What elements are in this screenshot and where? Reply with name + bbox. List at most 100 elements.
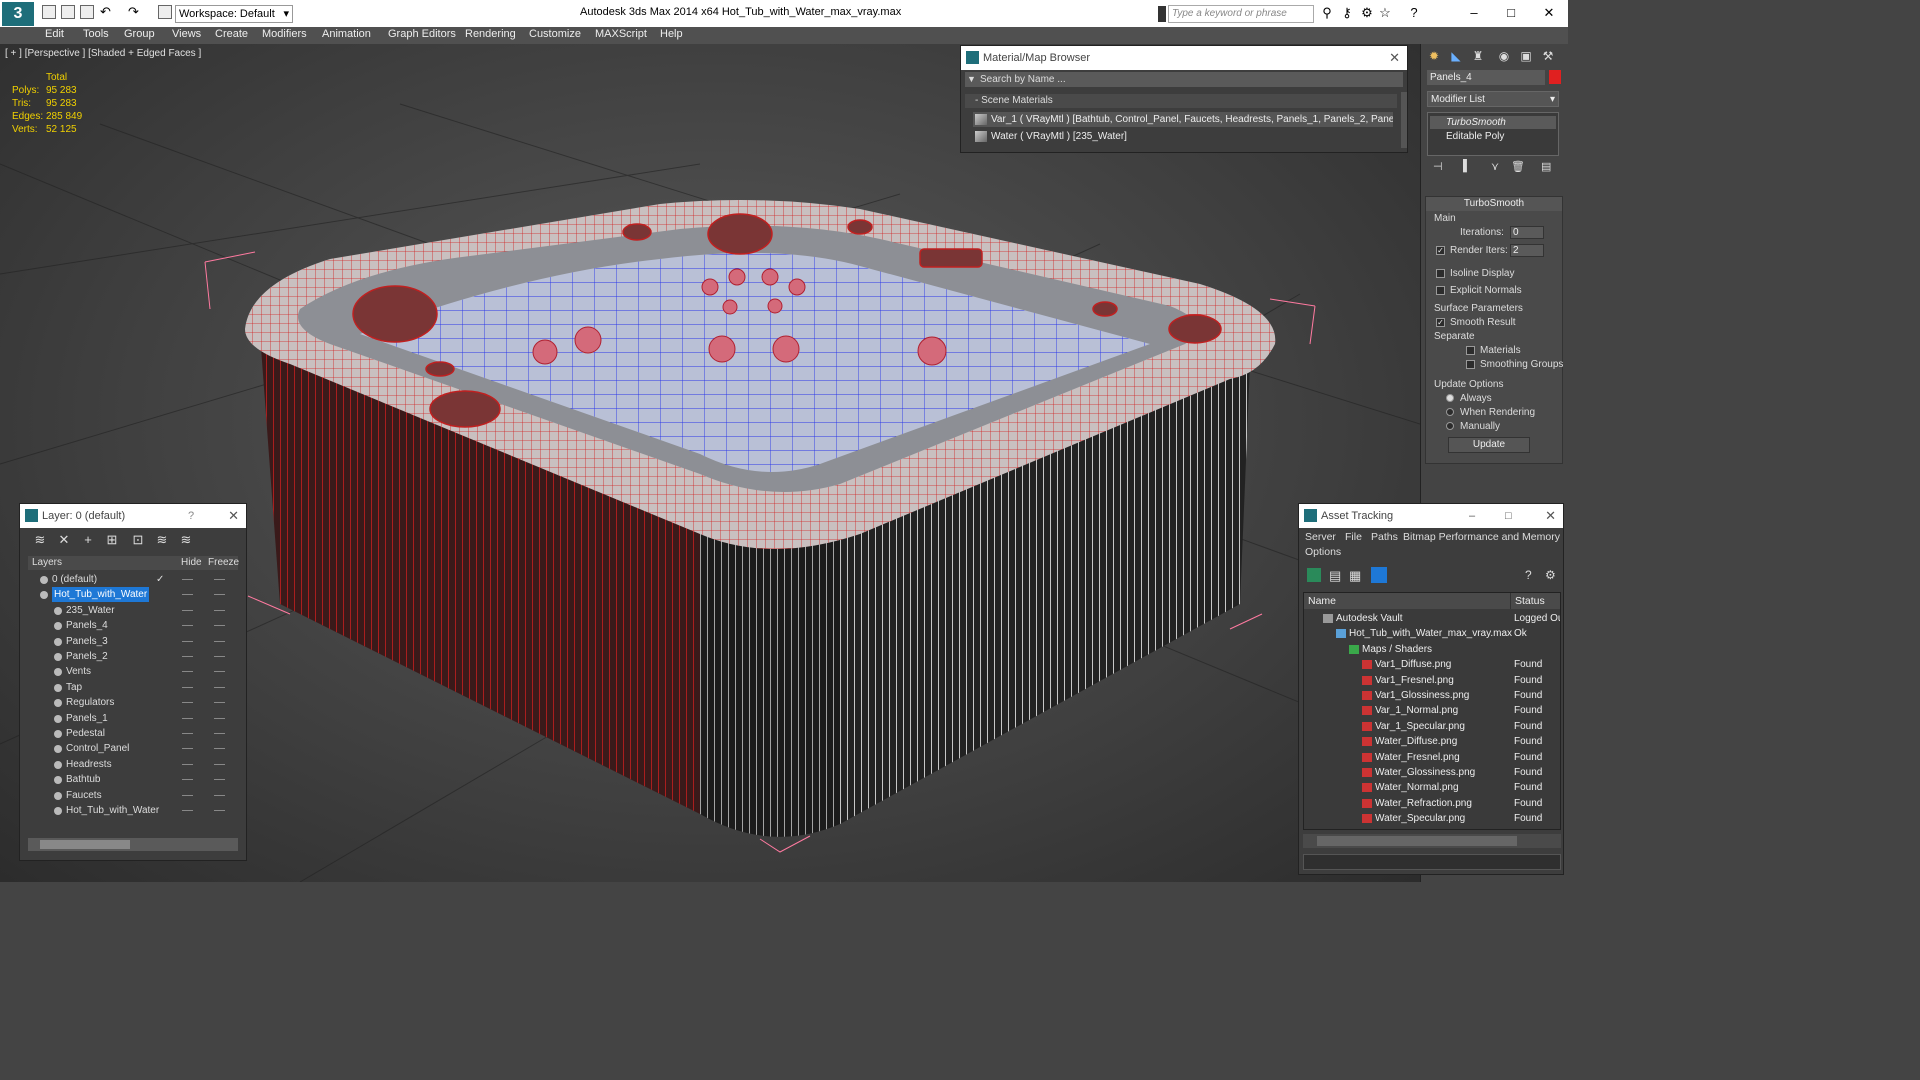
highlight-layer-icon[interactable]: ≋ [154, 532, 170, 548]
thumbnail-view-icon[interactable]: ▦ [1349, 568, 1361, 584]
material-item[interactable]: Water ( VRayMtl ) [235_Water] [973, 129, 1393, 144]
menu-server[interactable]: Server [1305, 531, 1336, 543]
layer-row[interactable]: Pedestal [28, 726, 238, 741]
layer-row[interactable]: Panels_4 [28, 618, 238, 633]
settings-icon[interactable]: ⚙ [1545, 568, 1556, 582]
freeze-toggle[interactable] [214, 671, 225, 673]
close-icon[interactable]: ✕ [1389, 46, 1400, 70]
create-tab-icon[interactable]: ✹ [1425, 47, 1443, 65]
scrollbar-thumb[interactable] [1317, 836, 1517, 846]
hide-toggle[interactable] [182, 810, 193, 811]
material-scrollbar[interactable] [1401, 92, 1407, 148]
layer-row[interactable]: Panels_2 [28, 649, 238, 664]
layer-row[interactable]: Panels_3 [28, 634, 238, 649]
freeze-toggle[interactable] [214, 779, 225, 781]
hide-toggle[interactable] [182, 594, 193, 596]
add-selection-icon[interactable]: ⊞ [104, 532, 120, 548]
object-name-field[interactable]: Panels_4 [1427, 70, 1545, 85]
refresh-icon[interactable] [1307, 568, 1321, 582]
asset-row[interactable]: Water_Fresnel.png Found [1304, 750, 1560, 765]
layer-row[interactable]: Hot_Tub_with_Water [28, 803, 238, 818]
select-objects-icon[interactable]: ⊡ [130, 532, 146, 548]
help-icon[interactable]: ? [188, 504, 194, 528]
layer-row[interactable]: 0 (default) ✓ [28, 572, 238, 587]
freeze-toggle[interactable] [214, 625, 225, 627]
layer-manager-icon[interactable]: ≋ [32, 532, 48, 548]
freeze-toggle[interactable] [214, 733, 225, 734]
asset-row[interactable]: Water_Refraction.png Found [1304, 796, 1560, 811]
separate-materials-checkbox[interactable] [1466, 346, 1475, 355]
help-icon[interactable]: ? [1525, 568, 1532, 582]
undo-icon[interactable]: ↶ [100, 5, 114, 19]
menu-create[interactable]: Create [215, 28, 248, 40]
freeze-toggle[interactable] [214, 686, 225, 688]
maximize-icon[interactable]: □ [1505, 504, 1512, 528]
menu-views[interactable]: Views [172, 28, 201, 40]
asset-row[interactable]: Var_1_Specular.png Found [1304, 719, 1560, 734]
utilities-tab-icon[interactable]: ⚒ [1539, 47, 1557, 65]
explicit-normals-checkbox[interactable] [1436, 286, 1445, 295]
modify-tab-icon[interactable]: ◣ [1447, 47, 1465, 65]
material-browser-titlebar[interactable]: Material/Map Browser ✕ [961, 46, 1407, 70]
menu-animation[interactable]: Animation [322, 28, 371, 40]
menu-maxscript[interactable]: MAXScript [595, 28, 647, 40]
hide-toggle[interactable] [182, 733, 193, 734]
hide-toggle[interactable] [182, 656, 193, 657]
hierarchy-tab-icon[interactable]: ♜ [1469, 47, 1487, 65]
layer-row[interactable]: Regulators [28, 695, 238, 710]
hide-toggle[interactable] [182, 794, 193, 796]
new-file-icon[interactable] [42, 5, 56, 19]
col-name[interactable]: Name [1308, 593, 1336, 609]
asset-row[interactable]: Var_1_Normal.png Found [1304, 703, 1560, 718]
workspace-dropdown[interactable]: Workspace: Default ▾ [175, 5, 293, 23]
layer-row[interactable]: Panels_1 [28, 711, 238, 726]
asset-row[interactable]: Hot_Tub_with_Water_max_vray.max Ok [1304, 626, 1560, 641]
asset-row[interactable]: Water_Specular.png Found [1304, 811, 1560, 826]
current-layer-check-icon[interactable]: ✓ [156, 572, 164, 587]
render-iters-checkbox[interactable]: ✓ [1436, 246, 1445, 255]
col-hide[interactable]: Hide [181, 556, 202, 570]
menu-help[interactable]: Help [660, 28, 683, 40]
hide-toggle[interactable] [182, 640, 193, 642]
modifier-list-dropdown[interactable]: Modifier List ▾ [1427, 91, 1559, 107]
project-folder-icon[interactable] [158, 5, 172, 19]
scene-materials-group[interactable]: - Scene Materials [965, 94, 1397, 108]
freeze-toggle[interactable] [214, 656, 225, 657]
hide-all-icon[interactable]: ≋ [178, 532, 194, 548]
search-expand-icon[interactable] [1158, 6, 1166, 22]
freeze-toggle[interactable] [214, 717, 225, 719]
freeze-toggle[interactable] [214, 702, 225, 704]
menu-modifiers[interactable]: Modifiers [262, 28, 307, 40]
table-view-icon[interactable] [1371, 567, 1387, 583]
delete-layer-icon[interactable]: ✕ [56, 532, 72, 548]
freeze-toggle[interactable] [214, 579, 225, 580]
binoculars-icon[interactable]: ⚲ [1318, 4, 1336, 22]
material-item[interactable]: Var_1 ( VRayMtl ) [Bathtub, Control_Pane… [973, 112, 1393, 127]
add-layer-icon[interactable]: + [80, 532, 96, 548]
layer-horizontal-scrollbar[interactable] [28, 838, 238, 851]
hide-toggle[interactable] [182, 609, 193, 611]
update-when-rendering-radio[interactable] [1446, 408, 1454, 416]
maximize-icon[interactable]: □ [1502, 4, 1520, 22]
col-freeze[interactable]: Freeze [208, 556, 239, 570]
menu-options[interactable]: Options [1305, 546, 1341, 558]
freeze-toggle[interactable] [214, 594, 225, 596]
help-icon[interactable]: ? [1405, 4, 1423, 22]
render-iters-spinner[interactable]: 2 [1510, 244, 1544, 257]
separate-smoothing-checkbox[interactable] [1466, 360, 1475, 369]
layer-row[interactable]: 235_Water [28, 603, 238, 618]
show-end-result-icon[interactable]: ▌ [1463, 160, 1471, 172]
asset-row[interactable]: Var1_Diffuse.png Found [1304, 657, 1560, 672]
col-status[interactable]: Status [1510, 593, 1545, 609]
viewport-label[interactable]: [ + ] [Perspective ] [Shaded + Edged Fac… [5, 48, 201, 59]
asset-row[interactable]: Maps / Shaders [1304, 642, 1560, 657]
menu-file[interactable]: File [1345, 531, 1362, 543]
update-manually-radio[interactable] [1446, 422, 1454, 430]
freeze-toggle[interactable] [214, 810, 225, 811]
hide-toggle[interactable] [182, 763, 193, 765]
minimize-icon[interactable]: – [1469, 504, 1475, 528]
search-input[interactable]: Type a keyword or phrase [1168, 5, 1314, 23]
layer-row[interactable]: Faucets [28, 788, 238, 803]
freeze-toggle[interactable] [214, 640, 225, 642]
layer-row[interactable]: Control_Panel [28, 741, 238, 756]
